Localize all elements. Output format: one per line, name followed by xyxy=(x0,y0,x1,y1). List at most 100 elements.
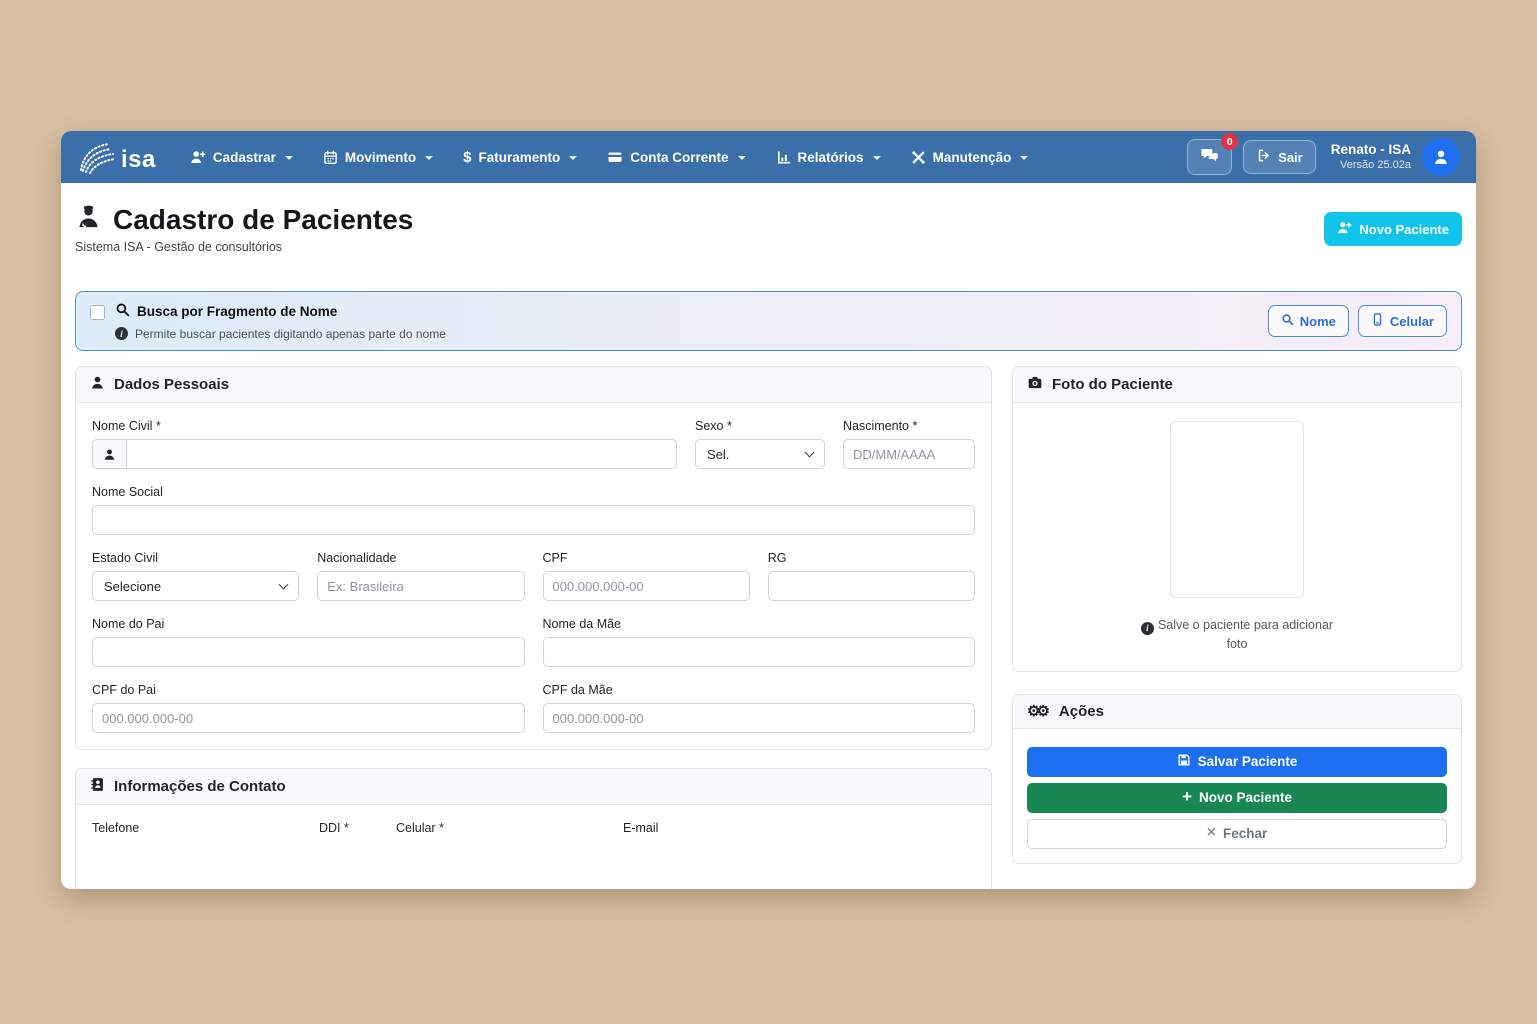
desktop-background: { "colors": { "desktop_background": "#d9… xyxy=(0,0,1537,1024)
user-avatar[interactable] xyxy=(1422,138,1460,176)
new-patient-action-button[interactable]: + Novo Paciente xyxy=(1027,783,1447,813)
cpf-mae-label: CPF da Mãe xyxy=(543,683,976,697)
search-icon xyxy=(1281,313,1294,329)
caret-down-icon xyxy=(285,156,293,160)
search-hint: Permite buscar pacientes digitando apena… xyxy=(135,327,446,341)
actions-card: ⚙⚙ Ações Salvar Paciente + Novo Pacien xyxy=(1012,694,1462,864)
nav-item-conta-corrente[interactable]: Conta Corrente xyxy=(607,149,745,165)
fragment-search-checkbox[interactable] xyxy=(90,305,105,320)
plus-icon: + xyxy=(1182,788,1192,805)
chart-icon xyxy=(776,150,791,165)
chevron-down-icon xyxy=(805,447,815,457)
messages-button[interactable]: 0 xyxy=(1187,139,1232,175)
nav-item-label: Cadastrar xyxy=(213,150,276,165)
sexo-select-value: Sel. xyxy=(707,447,729,462)
close-icon: × xyxy=(1207,825,1216,841)
nav-menu: Cadastrar Movimento $ Faturamento Conta … xyxy=(190,149,1028,165)
nav-item-movimento[interactable]: Movimento xyxy=(323,150,433,165)
contact-title: Informações de Contato xyxy=(114,778,286,795)
actions-title: Ações xyxy=(1059,703,1104,720)
user-name: Renato - ISA xyxy=(1331,142,1411,159)
nacionalidade-label: Nacionalidade xyxy=(317,551,524,565)
info-icon: i xyxy=(1141,622,1154,635)
nacionalidade-input[interactable] xyxy=(317,571,524,601)
cpf-input[interactable] xyxy=(543,571,750,601)
contact-card: Informações de Contato Telefone DDI * Ce… xyxy=(75,768,992,889)
nav-item-label: Movimento xyxy=(345,150,416,165)
page-header: Cadastro de Pacientes Sistema ISA - Gest… xyxy=(75,203,1462,254)
save-patient-button[interactable]: Salvar Paciente xyxy=(1027,747,1447,777)
new-patient-header-button[interactable]: Novo Paciente xyxy=(1324,212,1462,246)
nome-pai-label: Nome do Pai xyxy=(92,617,525,631)
estado-civil-label: Estado Civil xyxy=(92,551,299,565)
chat-bubbles-icon xyxy=(1200,147,1219,167)
nascimento-label: Nascimento * xyxy=(843,419,975,433)
calendar-icon xyxy=(323,150,338,165)
estado-civil-select[interactable]: Selecione xyxy=(92,571,299,601)
nav-item-manutencao[interactable]: Manutenção xyxy=(911,150,1029,165)
contact-header: Informações de Contato xyxy=(76,769,991,805)
camera-icon xyxy=(1027,375,1043,394)
personal-data-title: Dados Pessoais xyxy=(114,376,229,393)
search-by-name-button[interactable]: Nome xyxy=(1268,305,1349,337)
nav-item-faturamento[interactable]: $ Faturamento xyxy=(463,150,577,165)
info-icon: i xyxy=(115,327,128,340)
nome-civil-label: Nome Civil * xyxy=(92,419,677,433)
page-title-text: Cadastro de Pacientes xyxy=(113,204,413,236)
contact-labels-row: Telefone DDI * Celular * E-mail xyxy=(92,821,975,835)
brand-text: isa xyxy=(121,148,156,174)
photo-hint-text: Salve o paciente para adicionar foto xyxy=(1158,618,1333,651)
nome-civil-input[interactable] xyxy=(126,439,677,469)
nome-pai-input[interactable] xyxy=(92,637,525,667)
app-window: isa Cadastrar Movimento $ Faturamento xyxy=(61,131,1476,889)
cpf-pai-label: CPF do Pai xyxy=(92,683,525,697)
cpf-pai-input[interactable] xyxy=(92,703,525,733)
nascimento-input[interactable] xyxy=(843,439,975,469)
cpf-mae-input[interactable] xyxy=(543,703,976,733)
person-icon xyxy=(1432,148,1450,166)
search-title: Busca por Fragmento de Nome xyxy=(137,304,337,319)
personal-data-header: Dados Pessoais xyxy=(76,367,991,403)
search-panel: Busca por Fragmento de Nome i Permite bu… xyxy=(75,291,1462,351)
page-title: Cadastro de Pacientes xyxy=(75,203,413,237)
rg-input[interactable] xyxy=(768,571,975,601)
search-icon xyxy=(115,302,130,322)
logout-label: Sair xyxy=(1278,150,1303,165)
nome-social-input[interactable] xyxy=(92,505,975,535)
cpf-label: CPF xyxy=(543,551,750,565)
caret-down-icon xyxy=(738,156,746,160)
app-version: Versão 25.02a xyxy=(1331,159,1411,173)
search-actions: Nome Celular xyxy=(1268,305,1447,337)
nome-mae-input[interactable] xyxy=(543,637,976,667)
nav-item-label: Manutenção xyxy=(933,150,1012,165)
actions-header: ⚙⚙ Ações xyxy=(1013,695,1461,729)
address-book-icon xyxy=(90,777,105,796)
nav-item-relatorios[interactable]: Relatórios xyxy=(776,150,881,165)
page-subtitle: Sistema ISA - Gestão de consultórios xyxy=(75,240,413,254)
nome-mae-label: Nome da Mãe xyxy=(543,617,976,631)
navbar: isa Cadastrar Movimento $ Faturamento xyxy=(61,131,1476,183)
navbar-right: 0 Sair Renato - ISA Versão 25.02a xyxy=(1187,138,1460,176)
sexo-label: Sexo * xyxy=(695,419,825,433)
page-content: Cadastro de Pacientes Sistema ISA - Gest… xyxy=(61,183,1476,889)
celular-label: Celular * xyxy=(396,821,608,835)
email-label: E-mail xyxy=(623,821,975,835)
estado-civil-select-value: Selecione xyxy=(104,579,161,594)
doctor-icon xyxy=(75,203,102,237)
close-button[interactable]: × Fechar xyxy=(1027,819,1447,849)
nav-item-cadastrar[interactable]: Cadastrar xyxy=(190,149,293,165)
search-by-phone-button[interactable]: Celular xyxy=(1358,305,1447,337)
photo-title: Foto do Paciente xyxy=(1052,376,1173,393)
logout-button[interactable]: Sair xyxy=(1243,140,1316,174)
tools-icon xyxy=(911,150,926,165)
nav-item-label: Faturamento xyxy=(479,150,561,165)
patient-photo-card: Foto do Paciente i Salve o paciente para … xyxy=(1012,366,1462,672)
user-info: Renato - ISA Versão 25.02a xyxy=(1331,142,1411,173)
nav-item-label: Conta Corrente xyxy=(630,150,728,165)
sexo-select[interactable]: Sel. xyxy=(695,439,825,469)
mobile-phone-icon xyxy=(1371,313,1384,329)
photo-placeholder[interactable] xyxy=(1170,421,1304,598)
photo-hint: i Salve o paciente para adicionar foto xyxy=(1137,616,1337,655)
brand-logo[interactable]: isa xyxy=(77,140,156,174)
caret-down-icon xyxy=(1020,156,1028,160)
